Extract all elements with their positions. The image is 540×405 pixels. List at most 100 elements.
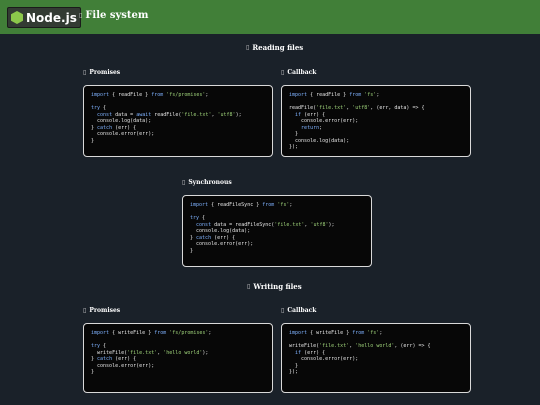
code-token: (err) { — [211, 234, 236, 241]
code-string: 'fs' — [367, 330, 380, 336]
code-string: 'utf8' — [217, 111, 236, 118]
code-keyword: catch — [196, 234, 212, 241]
code-keyword: catch — [97, 124, 113, 131]
file-icon: ▯ — [246, 44, 250, 51]
code-string: 'file.txt' — [127, 349, 158, 356]
code-token: ; — [379, 330, 383, 336]
subsection-title-text: Synchronous — [188, 179, 232, 186]
code-keyword: try — [91, 343, 101, 349]
code-token: data = — [112, 111, 137, 118]
code-token: console.error(err); — [289, 356, 359, 362]
code-string: 'fs/promises' — [166, 92, 206, 98]
code-token: console.error(err); — [91, 362, 155, 369]
code-keyword: from — [154, 330, 167, 336]
code-token: readFile( — [289, 105, 317, 111]
code-text[interactable]: import { readFileSync } from 'fs'; try {… — [190, 202, 364, 254]
code-string: 'file.txt' — [181, 111, 212, 118]
subsection-title-text: Callback — [287, 307, 317, 314]
code-token: , (err) => { — [394, 343, 431, 349]
subsection-title-promises: ▯ Promises — [83, 307, 120, 314]
code-token: ; — [319, 124, 323, 131]
nodejs-logo[interactable]: Node.js — [7, 7, 81, 28]
code-token: readFile( — [151, 111, 182, 118]
code-token: { writeFile } — [307, 330, 353, 336]
code-keyword: from — [352, 330, 365, 336]
code-string: 'utf8' — [352, 105, 371, 111]
code-token: writeFile( — [91, 349, 128, 356]
code-keyword: try — [91, 105, 101, 111]
code-token: ; — [205, 92, 209, 98]
code-token: { readFileSync } — [208, 202, 263, 208]
code-text[interactable]: import { writeFile } from 'fs'; writeFil… — [289, 330, 463, 376]
code-token: } — [91, 137, 95, 144]
code-string: 'utf8' — [310, 221, 329, 228]
code-token: { — [100, 105, 107, 111]
code-keyword: return — [301, 124, 320, 131]
file-icon: ▯ — [281, 69, 285, 76]
code-token: console.log(data); — [190, 228, 251, 234]
code-string: 'hello world' — [355, 343, 395, 349]
subsection-title-text: Promises — [89, 69, 121, 76]
code-token: (err) { — [112, 356, 137, 362]
code-block-read-sync[interactable]: import { readFileSync } from 'fs'; try {… — [182, 195, 372, 267]
section-title-text: Writing files — [253, 282, 302, 291]
code-keyword: import — [91, 330, 110, 336]
code-token: (err) { — [301, 111, 326, 118]
code-string: 'fs' — [277, 202, 290, 208]
code-token: data = readFileSync( — [211, 221, 275, 228]
code-token: (err) { — [301, 349, 326, 356]
code-keyword: import — [190, 202, 209, 208]
code-token: ); — [202, 349, 209, 356]
code-token: { writeFile } — [109, 330, 155, 336]
code-token: console.error(err); — [91, 131, 155, 137]
code-keyword: import — [91, 92, 110, 98]
page-title-text: File system — [85, 10, 149, 21]
code-text[interactable]: import { writeFile } from 'fs/promises';… — [91, 330, 265, 376]
page-title: ▯ File system — [79, 10, 149, 21]
file-icon: ▯ — [79, 12, 83, 19]
subsection-title-text: Promises — [89, 307, 121, 314]
subsection-title-callback: ▯ Callback — [281, 307, 316, 314]
section-title-writing: ▯ Writing files — [247, 282, 302, 291]
nodejs-hexagon-icon — [11, 11, 23, 24]
code-text[interactable]: import { readFile } from 'fs/promises'; … — [91, 92, 265, 144]
subsection-title-synchronous: ▯ Synchronous — [182, 179, 232, 186]
code-string: 'fs' — [364, 92, 377, 98]
subsection-title-text: Callback — [287, 69, 317, 76]
code-token: console.error(err); — [289, 118, 359, 124]
code-block-read-promises[interactable]: import { readFile } from 'fs/promises'; … — [83, 85, 273, 157]
code-token: { readFile } — [307, 92, 350, 98]
code-keyword: const — [97, 111, 113, 118]
code-keyword: import — [289, 330, 308, 336]
code-block-write-promises[interactable]: import { writeFile } from 'fs/promises';… — [83, 323, 273, 393]
file-icon: ▯ — [247, 283, 251, 290]
code-block-read-callback[interactable]: import { readFile } from 'fs'; readFile(… — [281, 85, 471, 157]
code-string: 'file.txt' — [316, 105, 347, 111]
subsection-title-promises: ▯ Promises — [83, 69, 120, 76]
code-keyword: from — [262, 202, 275, 208]
code-keyword: from — [151, 92, 164, 98]
code-token: (err) { — [112, 124, 137, 131]
code-keyword: import — [289, 92, 308, 98]
code-block-write-callback[interactable]: import { writeFile } from 'fs'; writeFil… — [281, 323, 471, 393]
code-string: 'fs/promises' — [169, 330, 209, 336]
file-icon: ▯ — [281, 307, 285, 314]
code-token: } — [289, 362, 299, 369]
code-token: } — [190, 247, 194, 254]
code-token: , (err, data) => { — [370, 105, 425, 111]
code-string: 'file.txt' — [274, 221, 305, 228]
code-token: }); — [289, 369, 299, 375]
code-token: ); — [328, 221, 335, 228]
code-token: ); — [235, 111, 242, 118]
file-icon: ▯ — [182, 179, 186, 186]
code-token: { — [199, 215, 206, 221]
code-token: { readFile } — [109, 92, 152, 98]
code-text[interactable]: import { readFile } from 'fs'; readFile(… — [289, 92, 463, 151]
code-keyword: try — [190, 215, 200, 221]
code-keyword: const — [196, 221, 212, 228]
file-icon: ▯ — [83, 307, 87, 314]
code-token: console.log(data); — [91, 118, 152, 124]
code-token: writeFile( — [289, 343, 320, 349]
code-token: } — [91, 369, 95, 375]
